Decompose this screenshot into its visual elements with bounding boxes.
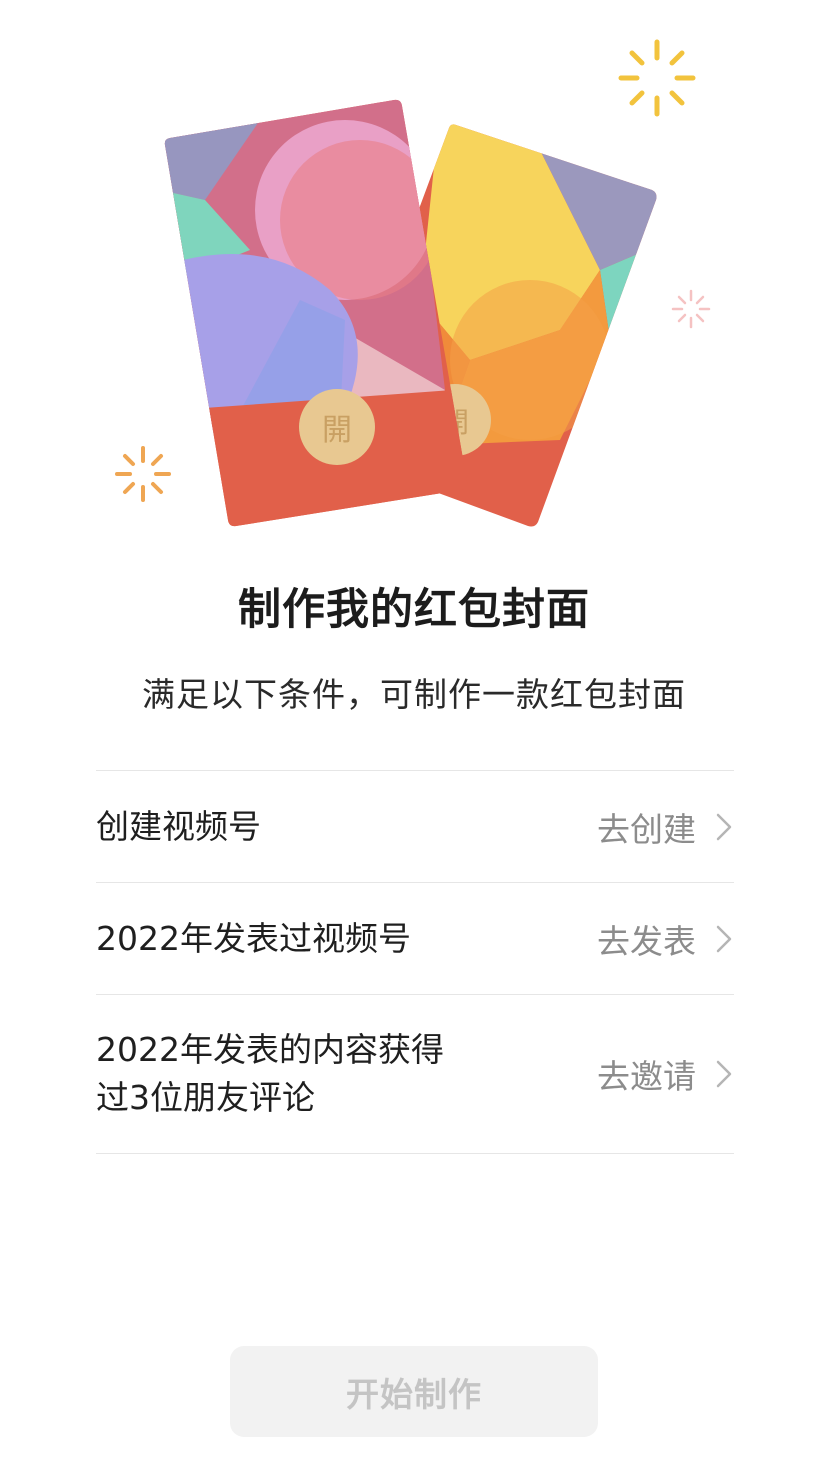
requirement-label: 2022年发表的内容获得 过3位朋友评论 <box>96 1026 444 1122</box>
chevron-right-icon <box>716 1060 732 1088</box>
post-video-link[interactable]: 去发表 <box>597 915 734 963</box>
requirement-label: 2022年发表过视频号 <box>96 918 411 958</box>
requirement-label-line: 过3位朋友评论 <box>96 1078 315 1117</box>
start-making-button[interactable]: 开始制作 <box>230 1346 598 1437</box>
seal-glyph: 開 <box>322 413 352 448</box>
requirement-label-line: 2022年发表的内容获得 <box>96 1030 444 1069</box>
requirements-list: 创建视频号 去创建 2022年发表过视频号 去发表 2022年发表的内容获得 过… <box>96 770 734 1154</box>
chevron-right-icon <box>716 925 732 952</box>
action-label: 去发表 <box>597 921 696 961</box>
sparkle-icon <box>671 289 711 329</box>
create-channel-link[interactable]: 去创建 <box>597 803 734 851</box>
requirement-row-post-video: 2022年发表过视频号 去发表 <box>96 883 734 995</box>
action-label: 去邀请 <box>597 1057 696 1096</box>
sparkle-icon <box>115 446 171 502</box>
requirement-row-friend-comments: 2022年发表的内容获得 过3位朋友评论 去邀请 <box>96 995 734 1154</box>
action-label: 去创建 <box>597 809 696 849</box>
requirement-label: 创建视频号 <box>96 806 261 846</box>
sparkle-icon <box>618 39 696 117</box>
page-title: 制作我的红包封面 <box>238 585 590 635</box>
requirement-row-create-channel: 创建视频号 去创建 <box>96 771 734 883</box>
invite-friends-link[interactable]: 去邀请 <box>597 1050 734 1098</box>
page-subtitle: 满足以下条件，可制作一款红包封面 <box>142 675 686 714</box>
red-envelope-cover-illustration: 開 開 <box>115 39 711 527</box>
red-envelope-card-front: 開 <box>164 99 468 527</box>
chevron-right-icon <box>716 813 732 840</box>
